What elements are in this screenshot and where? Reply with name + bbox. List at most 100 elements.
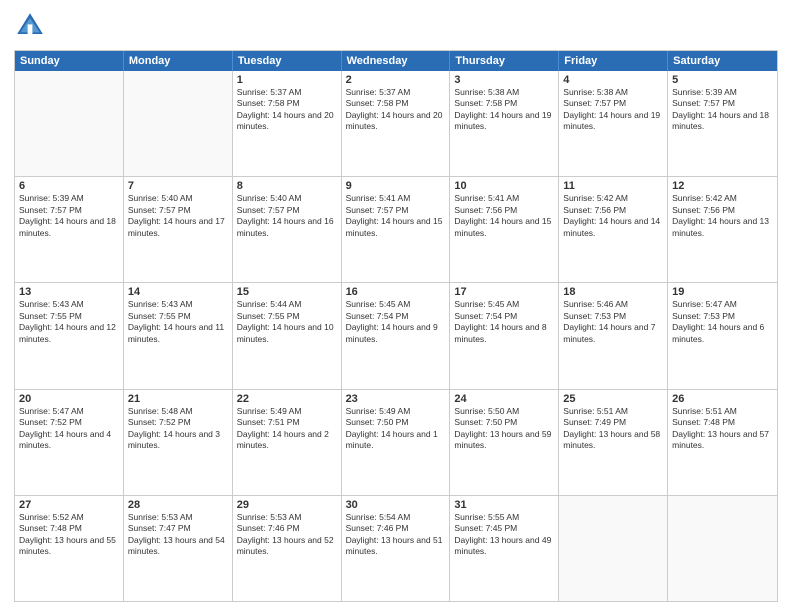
calendar-cell-3-5: 25Sunrise: 5:51 AMSunset: 7:49 PMDayligh… [559, 390, 668, 495]
day-number: 3 [454, 74, 554, 86]
day-number: 6 [19, 180, 119, 192]
header-day-friday: Friday [559, 51, 668, 71]
calendar-cell-1-5: 11Sunrise: 5:42 AMSunset: 7:56 PMDayligh… [559, 177, 668, 282]
day-number: 9 [346, 180, 446, 192]
day-info: Sunrise: 5:52 AMSunset: 7:48 PMDaylight:… [19, 512, 119, 558]
calendar-cell-4-2: 29Sunrise: 5:53 AMSunset: 7:46 PMDayligh… [233, 496, 342, 601]
calendar-cell-2-5: 18Sunrise: 5:46 AMSunset: 7:53 PMDayligh… [559, 283, 668, 388]
calendar-row-1: 6Sunrise: 5:39 AMSunset: 7:57 PMDaylight… [15, 176, 777, 282]
day-info: Sunrise: 5:38 AMSunset: 7:58 PMDaylight:… [454, 87, 554, 133]
day-info: Sunrise: 5:50 AMSunset: 7:50 PMDaylight:… [454, 406, 554, 452]
day-info: Sunrise: 5:37 AMSunset: 7:58 PMDaylight:… [237, 87, 337, 133]
calendar-header: SundayMondayTuesdayWednesdayThursdayFrid… [15, 51, 777, 71]
day-info: Sunrise: 5:49 AMSunset: 7:51 PMDaylight:… [237, 406, 337, 452]
calendar-cell-4-6 [668, 496, 777, 601]
day-number: 30 [346, 499, 446, 511]
calendar-cell-0-6: 5Sunrise: 5:39 AMSunset: 7:57 PMDaylight… [668, 71, 777, 176]
calendar-cell-3-6: 26Sunrise: 5:51 AMSunset: 7:48 PMDayligh… [668, 390, 777, 495]
day-info: Sunrise: 5:53 AMSunset: 7:46 PMDaylight:… [237, 512, 337, 558]
header-day-monday: Monday [124, 51, 233, 71]
calendar-cell-0-0 [15, 71, 124, 176]
calendar-cell-0-1 [124, 71, 233, 176]
day-number: 16 [346, 286, 446, 298]
day-number: 24 [454, 393, 554, 405]
calendar-cell-0-5: 4Sunrise: 5:38 AMSunset: 7:57 PMDaylight… [559, 71, 668, 176]
calendar-row-2: 13Sunrise: 5:43 AMSunset: 7:55 PMDayligh… [15, 282, 777, 388]
day-info: Sunrise: 5:55 AMSunset: 7:45 PMDaylight:… [454, 512, 554, 558]
day-number: 17 [454, 286, 554, 298]
day-info: Sunrise: 5:41 AMSunset: 7:56 PMDaylight:… [454, 193, 554, 239]
calendar-cell-0-2: 1Sunrise: 5:37 AMSunset: 7:58 PMDaylight… [233, 71, 342, 176]
day-number: 1 [237, 74, 337, 86]
calendar-cell-3-4: 24Sunrise: 5:50 AMSunset: 7:50 PMDayligh… [450, 390, 559, 495]
day-number: 31 [454, 499, 554, 511]
day-info: Sunrise: 5:40 AMSunset: 7:57 PMDaylight:… [237, 193, 337, 239]
day-info: Sunrise: 5:39 AMSunset: 7:57 PMDaylight:… [672, 87, 773, 133]
day-info: Sunrise: 5:45 AMSunset: 7:54 PMDaylight:… [454, 299, 554, 345]
day-info: Sunrise: 5:54 AMSunset: 7:46 PMDaylight:… [346, 512, 446, 558]
calendar-cell-0-4: 3Sunrise: 5:38 AMSunset: 7:58 PMDaylight… [450, 71, 559, 176]
calendar-cell-1-0: 6Sunrise: 5:39 AMSunset: 7:57 PMDaylight… [15, 177, 124, 282]
calendar-cell-1-1: 7Sunrise: 5:40 AMSunset: 7:57 PMDaylight… [124, 177, 233, 282]
day-number: 4 [563, 74, 663, 86]
calendar-cell-1-6: 12Sunrise: 5:42 AMSunset: 7:56 PMDayligh… [668, 177, 777, 282]
day-info: Sunrise: 5:51 AMSunset: 7:48 PMDaylight:… [672, 406, 773, 452]
calendar-row-3: 20Sunrise: 5:47 AMSunset: 7:52 PMDayligh… [15, 389, 777, 495]
day-number: 27 [19, 499, 119, 511]
day-number: 21 [128, 393, 228, 405]
day-info: Sunrise: 5:43 AMSunset: 7:55 PMDaylight:… [19, 299, 119, 345]
day-number: 11 [563, 180, 663, 192]
day-info: Sunrise: 5:51 AMSunset: 7:49 PMDaylight:… [563, 406, 663, 452]
day-number: 29 [237, 499, 337, 511]
day-info: Sunrise: 5:37 AMSunset: 7:58 PMDaylight:… [346, 87, 446, 133]
day-number: 2 [346, 74, 446, 86]
calendar-row-0: 1Sunrise: 5:37 AMSunset: 7:58 PMDaylight… [15, 71, 777, 176]
day-info: Sunrise: 5:46 AMSunset: 7:53 PMDaylight:… [563, 299, 663, 345]
header-day-wednesday: Wednesday [342, 51, 451, 71]
calendar-cell-2-2: 15Sunrise: 5:44 AMSunset: 7:55 PMDayligh… [233, 283, 342, 388]
day-number: 14 [128, 286, 228, 298]
page: SundayMondayTuesdayWednesdayThursdayFrid… [0, 0, 792, 612]
day-number: 25 [563, 393, 663, 405]
day-info: Sunrise: 5:42 AMSunset: 7:56 PMDaylight:… [563, 193, 663, 239]
day-info: Sunrise: 5:40 AMSunset: 7:57 PMDaylight:… [128, 193, 228, 239]
header-day-tuesday: Tuesday [233, 51, 342, 71]
day-info: Sunrise: 5:38 AMSunset: 7:57 PMDaylight:… [563, 87, 663, 133]
header-day-thursday: Thursday [450, 51, 559, 71]
calendar-cell-4-1: 28Sunrise: 5:53 AMSunset: 7:47 PMDayligh… [124, 496, 233, 601]
header [14, 10, 778, 42]
header-day-saturday: Saturday [668, 51, 777, 71]
calendar-cell-3-1: 21Sunrise: 5:48 AMSunset: 7:52 PMDayligh… [124, 390, 233, 495]
day-info: Sunrise: 5:41 AMSunset: 7:57 PMDaylight:… [346, 193, 446, 239]
day-info: Sunrise: 5:42 AMSunset: 7:56 PMDaylight:… [672, 193, 773, 239]
calendar-cell-1-3: 9Sunrise: 5:41 AMSunset: 7:57 PMDaylight… [342, 177, 451, 282]
day-info: Sunrise: 5:45 AMSunset: 7:54 PMDaylight:… [346, 299, 446, 345]
logo [14, 10, 50, 42]
calendar-cell-2-3: 16Sunrise: 5:45 AMSunset: 7:54 PMDayligh… [342, 283, 451, 388]
calendar-cell-4-5 [559, 496, 668, 601]
calendar-cell-2-6: 19Sunrise: 5:47 AMSunset: 7:53 PMDayligh… [668, 283, 777, 388]
calendar-cell-2-0: 13Sunrise: 5:43 AMSunset: 7:55 PMDayligh… [15, 283, 124, 388]
day-number: 15 [237, 286, 337, 298]
calendar-cell-1-2: 8Sunrise: 5:40 AMSunset: 7:57 PMDaylight… [233, 177, 342, 282]
header-day-sunday: Sunday [15, 51, 124, 71]
calendar-cell-4-4: 31Sunrise: 5:55 AMSunset: 7:45 PMDayligh… [450, 496, 559, 601]
day-number: 23 [346, 393, 446, 405]
calendar-cell-3-0: 20Sunrise: 5:47 AMSunset: 7:52 PMDayligh… [15, 390, 124, 495]
calendar-row-4: 27Sunrise: 5:52 AMSunset: 7:48 PMDayligh… [15, 495, 777, 601]
day-number: 20 [19, 393, 119, 405]
calendar-cell-0-3: 2Sunrise: 5:37 AMSunset: 7:58 PMDaylight… [342, 71, 451, 176]
day-number: 28 [128, 499, 228, 511]
day-info: Sunrise: 5:47 AMSunset: 7:53 PMDaylight:… [672, 299, 773, 345]
day-info: Sunrise: 5:39 AMSunset: 7:57 PMDaylight:… [19, 193, 119, 239]
day-info: Sunrise: 5:43 AMSunset: 7:55 PMDaylight:… [128, 299, 228, 345]
calendar-cell-3-3: 23Sunrise: 5:49 AMSunset: 7:50 PMDayligh… [342, 390, 451, 495]
day-number: 13 [19, 286, 119, 298]
calendar-cell-2-4: 17Sunrise: 5:45 AMSunset: 7:54 PMDayligh… [450, 283, 559, 388]
calendar-cell-4-3: 30Sunrise: 5:54 AMSunset: 7:46 PMDayligh… [342, 496, 451, 601]
calendar-cell-1-4: 10Sunrise: 5:41 AMSunset: 7:56 PMDayligh… [450, 177, 559, 282]
day-info: Sunrise: 5:53 AMSunset: 7:47 PMDaylight:… [128, 512, 228, 558]
calendar-cell-2-1: 14Sunrise: 5:43 AMSunset: 7:55 PMDayligh… [124, 283, 233, 388]
calendar: SundayMondayTuesdayWednesdayThursdayFrid… [14, 50, 778, 602]
calendar-cell-3-2: 22Sunrise: 5:49 AMSunset: 7:51 PMDayligh… [233, 390, 342, 495]
